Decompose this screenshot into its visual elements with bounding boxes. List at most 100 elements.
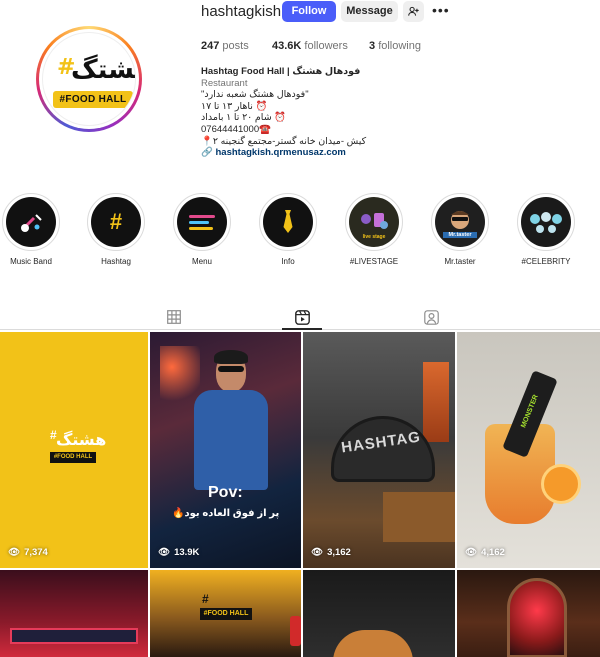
mr-taster-text: Mr.taster (443, 232, 477, 238)
link-icon: 🔗 (201, 147, 213, 159)
posts-stat: 247 posts (201, 40, 249, 52)
post-tile[interactable] (0, 570, 148, 657)
view-count-value: 7,374 (24, 547, 48, 558)
arched-window (507, 578, 567, 657)
highlight-celebrity[interactable]: #CELEBRITY (516, 193, 576, 266)
highlight-ring (2, 193, 60, 251)
followers-stat[interactable]: 43.6K followers (272, 40, 348, 52)
highlight-menu[interactable]: Menu (172, 193, 232, 266)
followers-label: followers (304, 40, 348, 52)
highlight-ring (259, 193, 317, 251)
followers-count: 43.6K (272, 40, 302, 52)
view-count-value: 3,162 (327, 547, 351, 558)
bio-link[interactable]: 🔗 hashtagkish.qrmenusaz.com (201, 147, 441, 159)
music-band-icon (6, 197, 56, 247)
celebrity-faces-icon (521, 197, 571, 247)
bio-line: "فودهال هشتگ شعبه ندارد" (201, 89, 309, 101)
eye-icon: 👁 (8, 547, 21, 558)
view-count: 👁 3,162 (311, 547, 351, 558)
neon-hash-sign (423, 362, 449, 442)
post-tile[interactable] (457, 570, 600, 657)
post-logo-bar: #FOOD HALL (200, 608, 252, 620)
active-tab-indicator (282, 328, 322, 330)
post-logo-hash: # (202, 592, 209, 606)
eye-icon: 👁 (311, 547, 324, 558)
dj-hair (214, 350, 248, 364)
avatar-logo: هشتگ # #FOOD HALL (42, 32, 136, 126)
add-user-button[interactable] (403, 1, 424, 22)
highlight-livestage[interactable]: live stage #LIVESTAGE (344, 193, 404, 266)
follow-button[interactable]: Follow (282, 1, 336, 22)
bio-line: شام ۲۰ تا ۱ بامداد ⏰ (201, 112, 287, 124)
tab-tagged[interactable] (423, 309, 439, 325)
view-count: 👁 4,162 (465, 547, 505, 558)
highlight-label: Music Band (10, 257, 52, 266)
bio-name: Hashtag Food Hall | فودهال هشتگ (201, 66, 361, 77)
red-cup (290, 616, 301, 646)
highlight-mr-taster[interactable]: Mr.taster Mr.taster (430, 193, 490, 266)
bio-line: 📍کیش -میدان خانه گستر-مجتمع گنجینه ۲ (201, 135, 367, 147)
following-label: following (378, 40, 421, 52)
post-logo-persian: هشتگ (56, 430, 107, 449)
highlight-music-band[interactable]: Music Band (1, 193, 61, 266)
post-tile[interactable]: هشتگ # #FOOD HALL 👁 7,374 (0, 332, 148, 568)
mr-taster-avatar-icon: Mr.taster (435, 197, 485, 247)
wooden-table (383, 492, 455, 542)
highlight-info[interactable]: Info (258, 193, 318, 266)
username: hashtagkish (201, 3, 282, 20)
post-tile[interactable]: HASHTAG 👁 3,162 (303, 332, 455, 568)
tagged-icon (423, 309, 439, 325)
post-tile[interactable] (303, 570, 455, 657)
highlight-label: Info (281, 257, 295, 266)
logo-hash: # (57, 55, 76, 80)
post-tile[interactable]: # #FOOD HALL (150, 570, 301, 657)
following-stat[interactable]: 3 following (369, 40, 421, 52)
avatar-border: هشتگ # #FOOD HALL (39, 29, 139, 129)
post-tile[interactable]: MONSTER 👁 4,162 (457, 332, 600, 568)
stage-light-bar (10, 628, 138, 644)
highlight-hashtag[interactable]: # Hashtag (86, 193, 146, 266)
highlight-ring (173, 193, 231, 251)
burger-bun (333, 630, 413, 657)
following-count: 3 (369, 40, 376, 52)
profile-bio: Hashtag Food Hall | فودهال هشتگ Restaura… (201, 66, 441, 159)
view-count-value: 13.9K (174, 547, 200, 558)
view-count: 👁 13.9K (158, 547, 199, 558)
highlight-label: Hashtag (101, 257, 131, 266)
highlight-ring: live stage (345, 193, 403, 251)
highlight-ring: # (87, 193, 145, 251)
menu-icon (177, 197, 227, 247)
reel-title: Pov: (208, 484, 243, 501)
highlight-ring (517, 193, 575, 251)
reel-caption: 🔥پر از فوق العاده بود (172, 508, 280, 519)
highlight-label: Mr.taster (444, 257, 476, 266)
livestage-icon: live stage (349, 197, 399, 247)
bio-line: ناهار ۱۳ تا ۱۷ ⏰ (201, 100, 268, 112)
hashtag-icon: # (91, 197, 141, 247)
message-button[interactable]: Message (341, 1, 398, 22)
orange-slice (541, 464, 581, 504)
logo-food-hall: #FOOD HALL (53, 91, 133, 108)
hashtag-glyph: # (109, 209, 123, 234)
tab-reels[interactable] (294, 309, 310, 325)
dj-shirt (194, 390, 268, 490)
highlight-label: #CELEBRITY (521, 257, 571, 266)
livestage-text: live stage (362, 234, 386, 240)
logo-persian-text: هشتگ (71, 55, 135, 85)
posts-label: posts (222, 40, 249, 52)
grid-icon (167, 310, 181, 324)
bio-category: Restaurant (201, 77, 248, 89)
highlight-ring: Mr.taster (431, 193, 489, 251)
eye-icon: 👁 (158, 547, 171, 558)
profile-avatar[interactable]: هشتگ # #FOOD HALL (36, 26, 142, 132)
bio-link-text: hashtagkish.qrmenusaz.com (215, 147, 346, 159)
highlight-label: Menu (191, 257, 212, 266)
posts-count: 247 (201, 40, 220, 52)
tab-posts[interactable] (166, 309, 182, 325)
view-count-value: 4,162 (481, 547, 505, 558)
info-tie-icon (263, 197, 313, 247)
post-tile[interactable]: Pov: 🔥پر از فوق العاده بود 👁 13.9K (150, 332, 301, 568)
more-icon[interactable]: ••• (432, 2, 450, 18)
reels-icon (294, 309, 310, 325)
bio-line: 07644441000☎️ (201, 123, 271, 135)
